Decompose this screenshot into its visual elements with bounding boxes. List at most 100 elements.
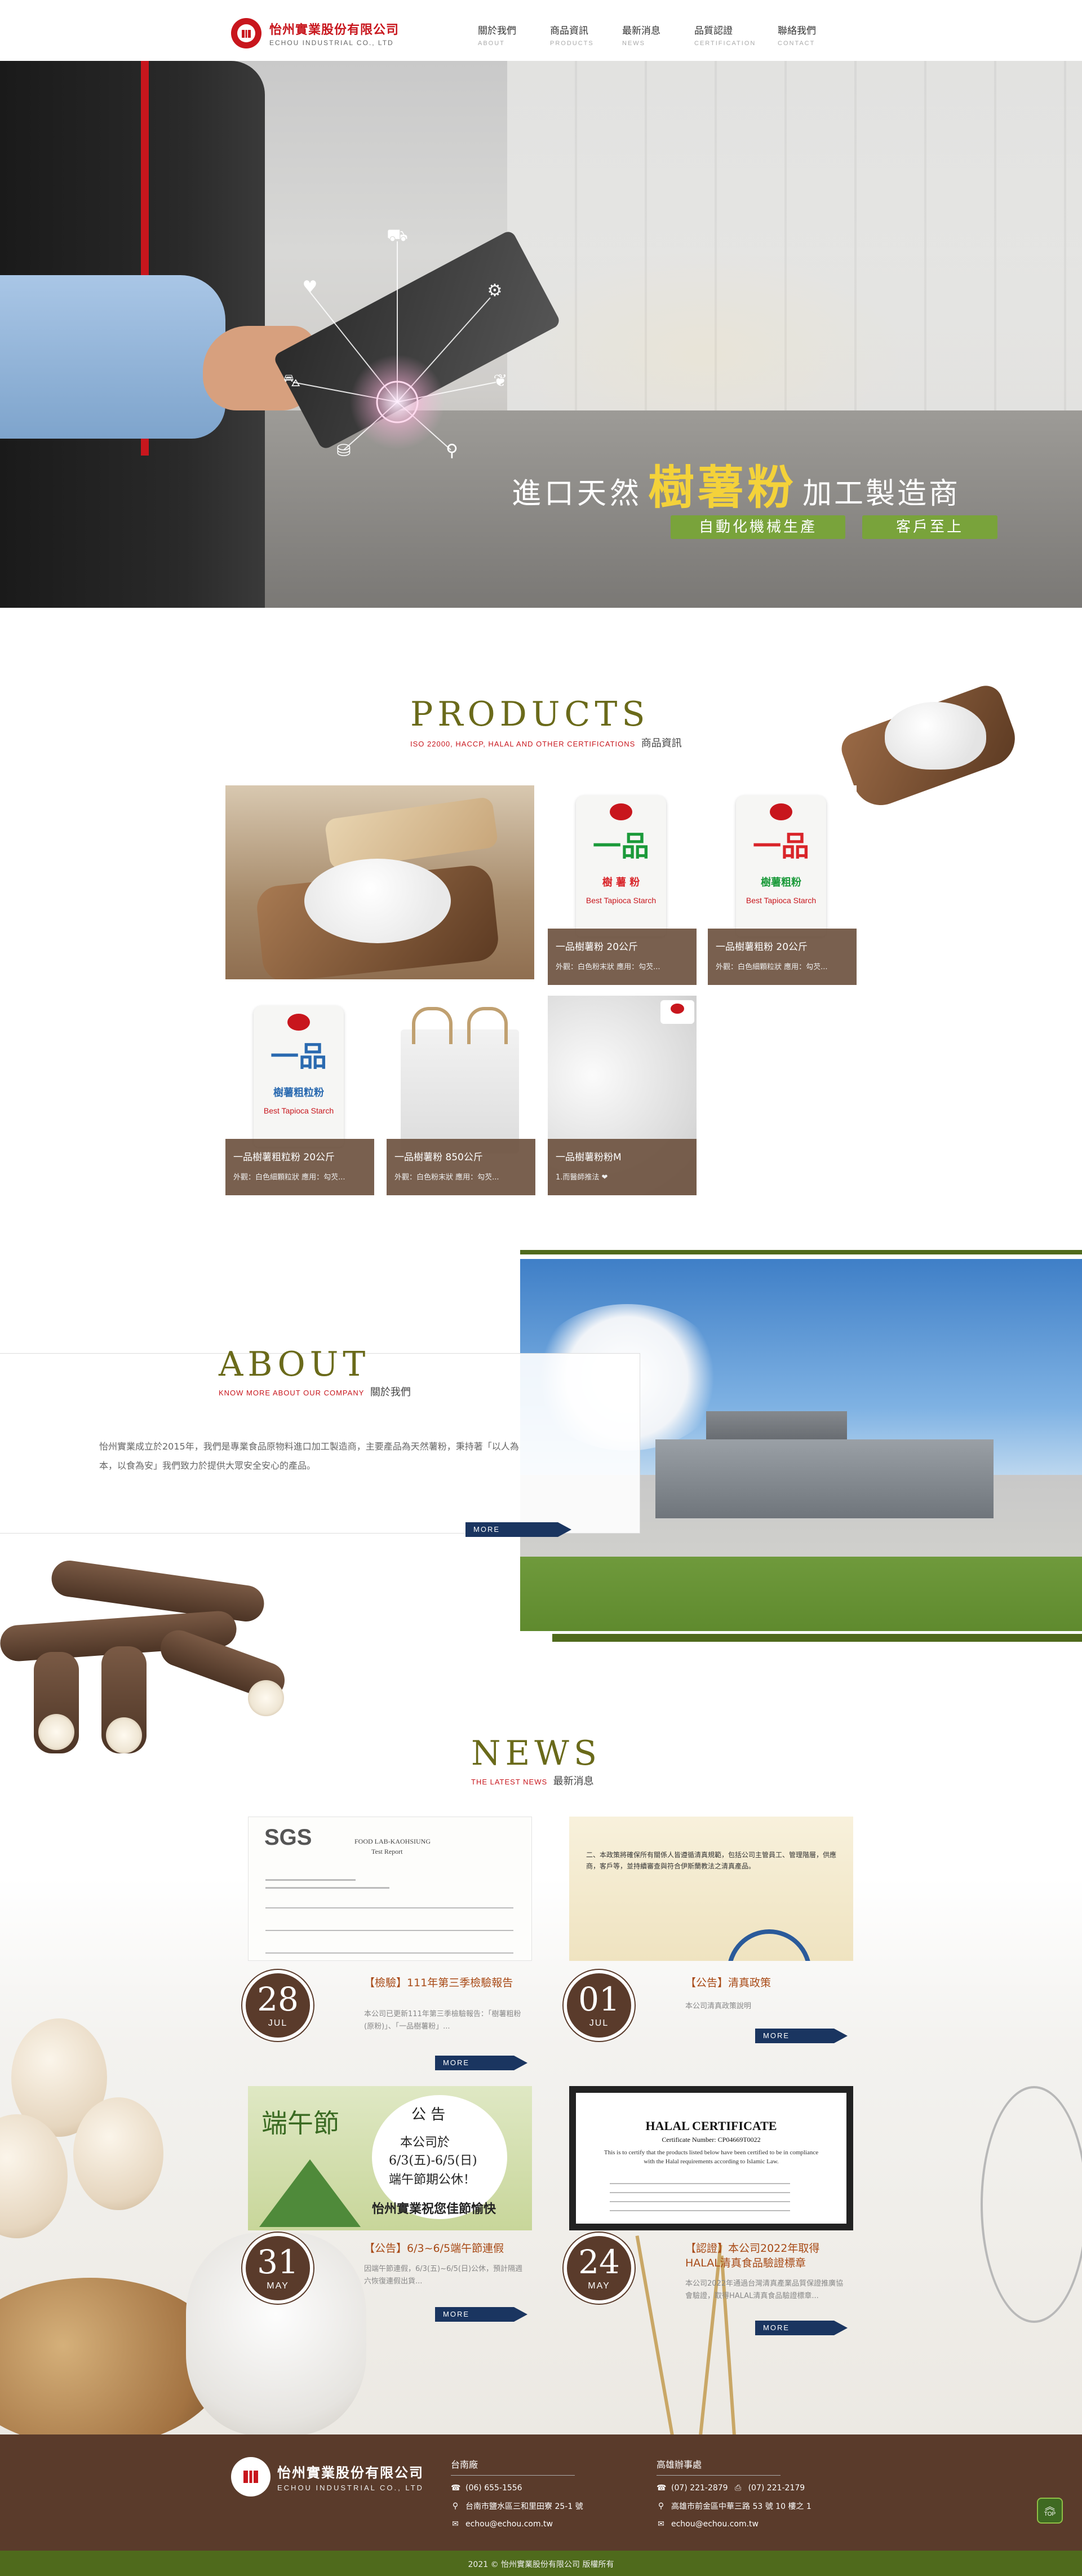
- news-more-button[interactable]: MORE: [755, 2321, 848, 2335]
- products-subtitle-zh: 商品資訊: [641, 737, 682, 749]
- product-caption: 一品樹薯粉 20公斤 外觀：白色粉末狀 應用：勾芡...: [548, 929, 697, 985]
- truck-icon: ⛟: [387, 226, 408, 245]
- logo[interactable]: 怡州實業股份有限公司 ECHOU INDUSTRIAL CO., LTD: [231, 18, 399, 48]
- cart-icon: ⛁: [336, 441, 351, 461]
- news-title[interactable]: 【公告】6/3~6/5端午節連假: [364, 2241, 533, 2256]
- cassava-root: [49, 1558, 267, 1624]
- footer-phone-value[interactable]: (06) 655-1556: [465, 2484, 522, 2493]
- news-date-day: 24: [578, 2243, 620, 2281]
- bag-product-name: 樹薯粗粒粉: [273, 1087, 324, 1099]
- nav-item-news[interactable]: 最新消息 NEWS: [622, 23, 694, 47]
- footer-kaohsiung: 高雄辦事處 ☎ (07) 221-2879 ⎙ (07) 221-2179 ⚲ 高雄市…: [657, 2457, 812, 2529]
- product-desc: 外觀：白色細顆粒狀 應用：勾芡...: [716, 963, 828, 971]
- nav-item-about[interactable]: 關於我們 ABOUT: [478, 23, 550, 47]
- hero-title-suffix: 加工製造商: [802, 477, 961, 511]
- news-title: NEWS: [471, 1734, 602, 1773]
- footer-email-value[interactable]: echou@echou.com.tw: [465, 2520, 553, 2529]
- product-caption: 一品樹薯粗粉 20公斤 外觀：白色細顆粒狀 應用：勾芡...: [708, 929, 857, 985]
- product-desc: 外觀：白色粉末狀 應用：勾芡...: [556, 963, 660, 971]
- news-summary: 本公司已更新111年第三季檢驗報告：「樹薯粗粉(原粉)」、「一品樹薯粉」...: [364, 2010, 521, 2031]
- footer-email-value[interactable]: echou@echou.com.tw: [671, 2520, 759, 2529]
- footer-address: ⚲ 高雄市前金區中華三路 53 號 10 樓之 1: [657, 2500, 812, 2512]
- product-caption: 一品樹薯粉 850公斤 外觀：白色粉末狀 應用：勾芡...: [387, 1139, 535, 1195]
- footer-logo-mark-icon: [231, 2457, 270, 2497]
- footer-phone-value[interactable]: (07) 221-2879: [671, 2484, 728, 2493]
- hand-heart-icon: ♥: [302, 277, 318, 297]
- hero-title: 進口天然 樹薯粉 加工製造商: [512, 450, 960, 517]
- nav-label-en: CERTIFICATION: [694, 40, 756, 47]
- doc-line: [610, 2192, 790, 2193]
- news-date: 24 MAY: [564, 2233, 635, 2304]
- main-nav: 關於我們 ABOUT 商品資訊 PRODUCTS 最新消息 NEWS 品質認證 …: [478, 23, 850, 47]
- news-image-halal-policy[interactable]: 二、本政策將確保所有關係人皆遵循清真規範，包括公司主管員工、管理階層，供應商，客…: [569, 1817, 853, 1961]
- news-title[interactable]: 【公告】清真政策: [685, 1976, 854, 1990]
- about-more-button[interactable]: MORE: [465, 1522, 571, 1537]
- product-card[interactable]: 一品樹薯粉 850公斤 外觀：白色粉末狀 應用：勾芡...: [387, 996, 535, 1195]
- nav-label-zh: 商品資訊: [550, 25, 588, 37]
- news-summary: 本公司清真政策說明: [685, 2002, 752, 2011]
- news-more-button[interactable]: MORE: [435, 2307, 527, 2322]
- news-more-button[interactable]: MORE: [435, 2056, 527, 2070]
- doc-line: [265, 1952, 513, 1954]
- nav-item-products[interactable]: 商品資訊 PRODUCTS: [550, 23, 622, 47]
- product-name: 一品樹薯粗粉 20公斤: [716, 942, 808, 953]
- halal-body: This is to certify that the products lis…: [604, 2149, 819, 2165]
- back-to-top-button[interactable]: ︽ TOP: [1037, 2498, 1063, 2524]
- nav-label-en: ABOUT: [478, 40, 505, 47]
- nav-item-certification[interactable]: 品質認證 CERTIFICATION: [694, 23, 766, 47]
- product-caption: 一品樹薯粉粉M 1.而醫師推法 ❤: [548, 1139, 697, 1195]
- poster-line: 怡州實業祝您佳節愉快: [372, 2202, 496, 2216]
- news-more-button[interactable]: MORE: [755, 2029, 848, 2043]
- product-card[interactable]: 一品 樹薯粗粉 Best Tapioca Starch 一品樹薯粗粉 20公斤 …: [708, 785, 857, 985]
- news-image-dragon-boat[interactable]: 端午節 公 告 本公司於 6/3(五)-6/5(日) 端午節期公休！ 怡州實業祝…: [248, 2086, 532, 2230]
- egg-decoration: [73, 2097, 163, 2210]
- product-bag: 一品 樹薯粗粒粉 Best Tapioca Starch: [254, 1006, 344, 1147]
- footer-fax-value: (07) 221-2179: [748, 2484, 805, 2493]
- nav-label-en: CONTACT: [778, 40, 815, 47]
- footer-phone: ☎ (06) 655-1556: [451, 2484, 583, 2493]
- news-title[interactable]: 【認證】本公司2022年取得HALAL清真食品驗證標章: [685, 2241, 854, 2270]
- copyright: 2021 © 怡州實業股份有限公司 版權所有: [468, 2560, 614, 2569]
- footer-email: ✉ echou@echou.com.tw: [451, 2520, 583, 2529]
- fax-icon: ⎙: [734, 2484, 742, 2493]
- news-image-test-report[interactable]: SGS FOOD LAB-KAOHSIUNG Test Report: [248, 1817, 532, 1961]
- product-card[interactable]: 一品 樹薯粗粒粉 Best Tapioca Starch 一品樹薯粗粒粉 20公…: [225, 996, 374, 1195]
- footer-email: ✉ echou@echou.com.tw: [657, 2520, 812, 2529]
- sgs-report-title: Test Report: [371, 1848, 403, 1855]
- news-image-halal-certificate[interactable]: HALAL CERTIFICATE Certificate Number: CP…: [569, 2086, 853, 2230]
- poster-festival-title: 端午節: [261, 2108, 339, 2138]
- news-subtitle-en: THE LATEST NEWS: [471, 1778, 548, 1786]
- product-name: 一品樹薯粉粉M: [556, 1152, 622, 1163]
- bag-logo-icon: [671, 1004, 684, 1014]
- cassava-cut-end: [106, 1717, 142, 1753]
- mail-icon: ✉: [658, 2520, 664, 2529]
- halal-number: Certificate Number: CP04669T0022: [662, 2136, 761, 2144]
- bag-logo-icon: [770, 803, 792, 820]
- hero-glow: [349, 354, 445, 450]
- news-date: 01 JUL: [564, 1970, 635, 2041]
- poster-line: 本公司於: [400, 2136, 450, 2150]
- product-bag: 一品 樹薯粗粉 Best Tapioca Starch: [736, 796, 826, 936]
- poster-line: 6/3(五)-6/5(日): [389, 2154, 477, 2168]
- sgs-lab-name: FOOD LAB-KAOHSIUNG: [354, 1837, 431, 1845]
- nav-item-contact[interactable]: 聯絡我們 CONTACT: [778, 23, 850, 47]
- nav-label-zh: 最新消息: [622, 25, 660, 37]
- cassava-cut-end: [248, 1680, 284, 1716]
- hero-slider[interactable]: ⛟ ♥ ⚙ ⛍ ❦ ⛁ ⚲ 進口天然 樹薯粉 加工製造商 自動化機械生產 客戶至上: [0, 61, 1082, 608]
- product-name: 一品樹薯粉 850公斤: [394, 1152, 483, 1163]
- news-date: 28 JUL: [242, 1970, 313, 2041]
- hero-badge-customer: 客戶至上: [862, 515, 997, 539]
- tapioca-cake: [324, 796, 499, 871]
- news-date-month: MAY: [588, 2281, 610, 2291]
- product-card[interactable]: 一品 樹 薯 粉 Best Tapioca Starch 一品樹薯粉 20公斤 …: [548, 785, 697, 985]
- about-accent-bar: [520, 1250, 1082, 1254]
- product-desc: 外觀：白色粉末狀 應用：勾芡...: [394, 1173, 499, 1182]
- bag-brand: 一品: [270, 1040, 327, 1073]
- bag-product-en: Best Tapioca Starch: [263, 1106, 334, 1115]
- news-summary: 本公司2022年通過台灣清真產業品質保證推廣協會驗證，取得HALAL清真食品驗證…: [685, 2279, 844, 2300]
- news-title[interactable]: 【檢驗】111年第三季檢驗報告: [364, 1976, 533, 1990]
- footer-logo[interactable]: 怡州實業股份有限公司 ECHOU INDUSTRIAL CO., LTD: [231, 2457, 424, 2497]
- sgs-logo: SGS: [264, 1825, 312, 1850]
- products-title: PRODUCTS: [410, 695, 650, 734]
- product-card[interactable]: 一品樹薯粉粉M 1.而醫師推法 ❤: [548, 996, 697, 1195]
